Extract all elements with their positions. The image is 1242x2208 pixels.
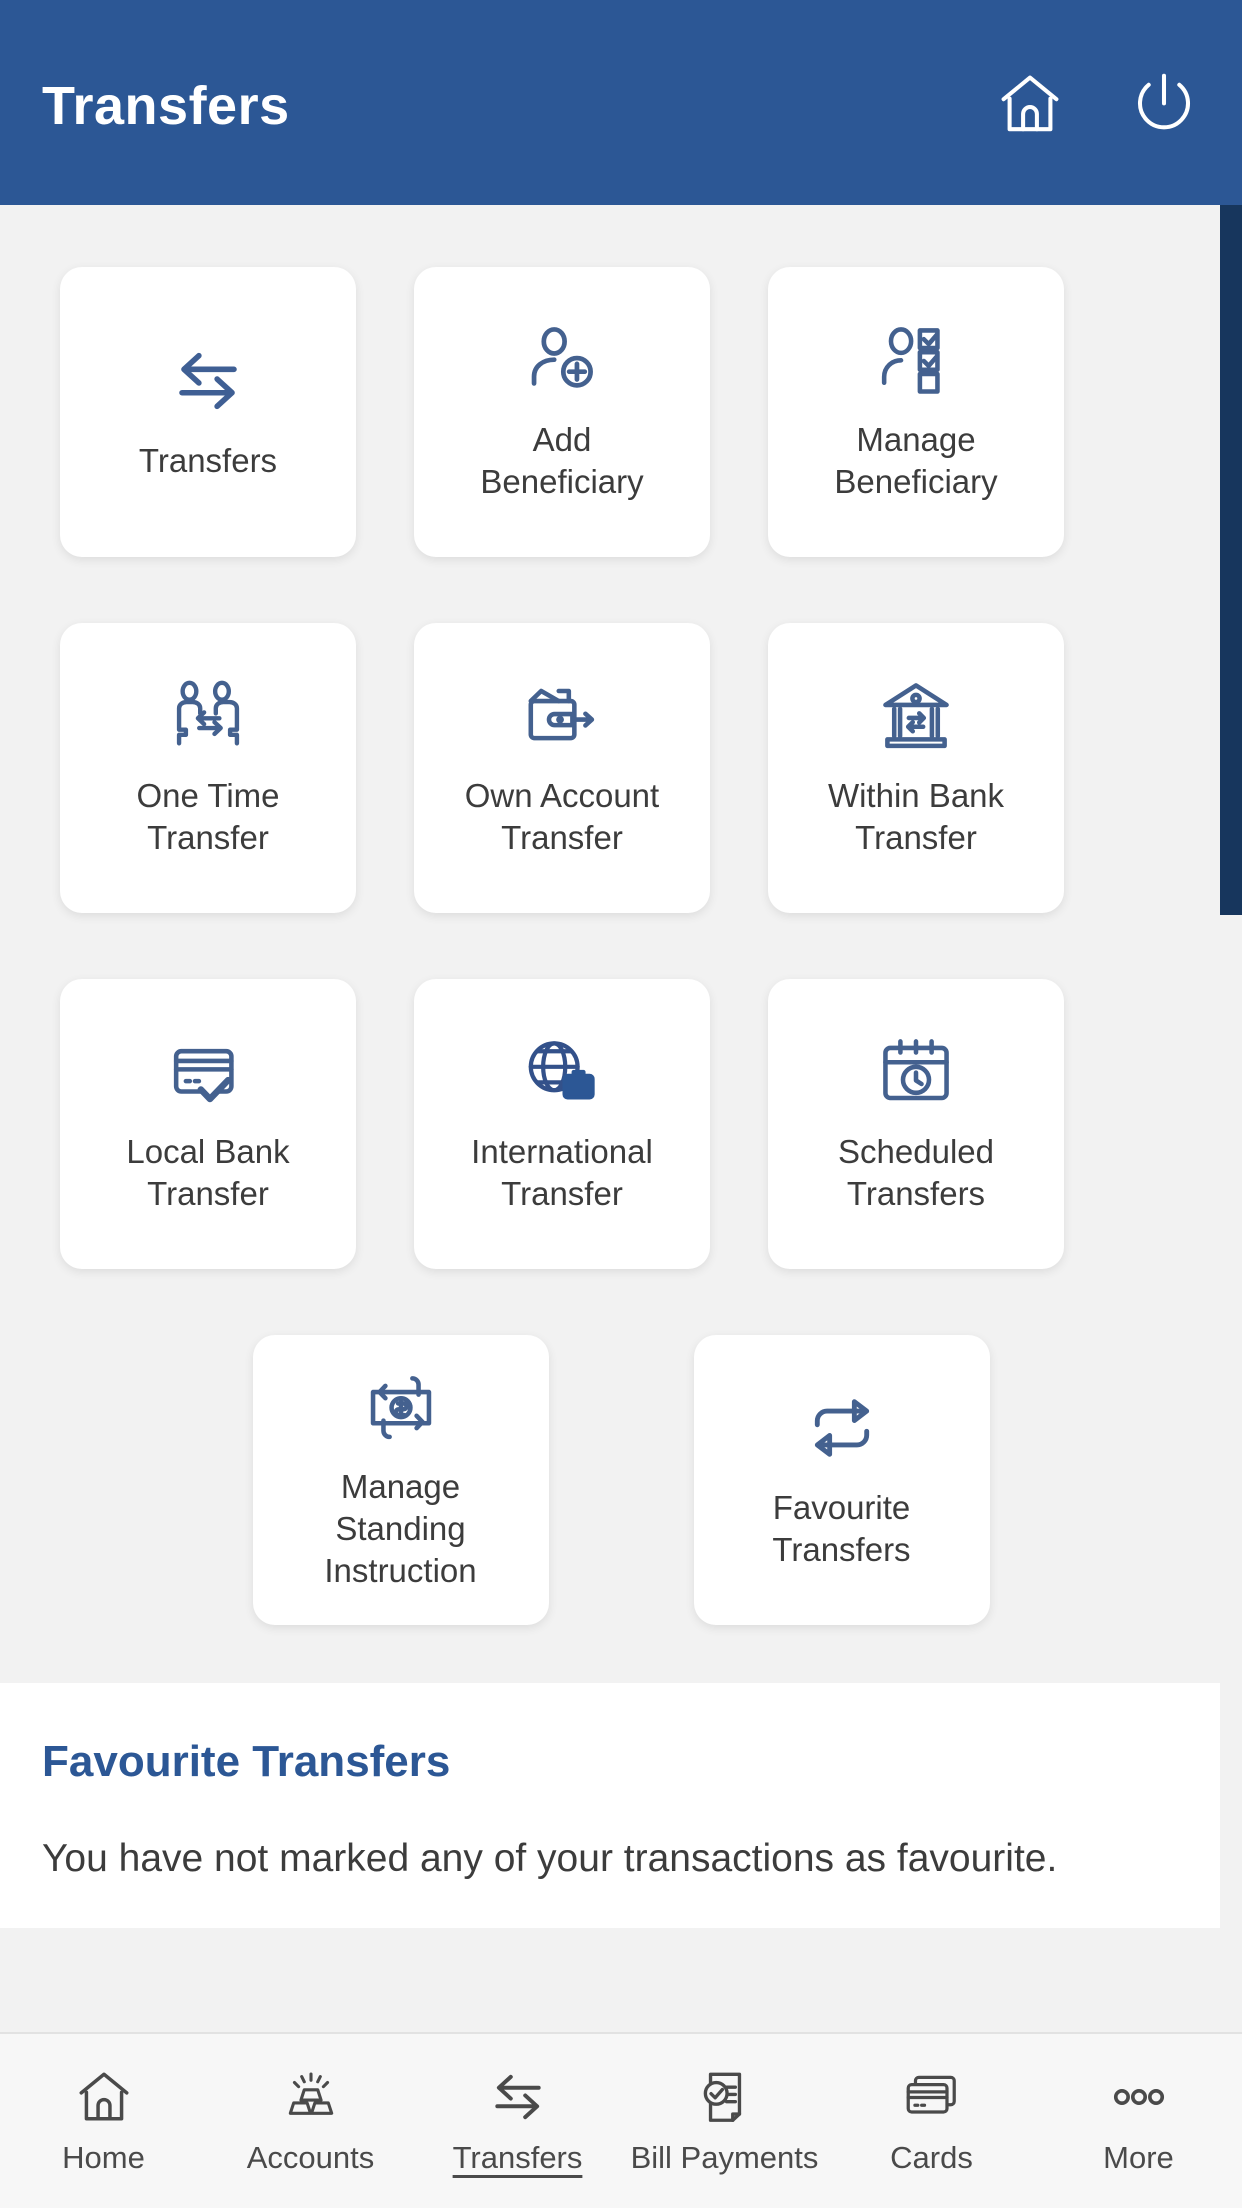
favourite-transfers-section: Favourite Transfers You have not marked … (0, 1683, 1242, 1928)
tile-label: Local Bank Transfer (126, 1132, 290, 1212)
page-title: Transfers (42, 75, 290, 136)
person-add-icon (523, 321, 601, 399)
tile-label: Add Beneficiary (480, 420, 644, 500)
tile-within-bank-transfer[interactable]: Within Bank Transfer (768, 623, 1064, 913)
tile-label: Transfers (138, 441, 278, 479)
transfer-arrows-icon (485, 2066, 551, 2128)
nav-label: Cards (890, 2140, 973, 2175)
three-dots-icon (1106, 2066, 1172, 2128)
nav-item-home[interactable]: Home (0, 2066, 207, 2176)
tile-manage-beneficiary[interactable]: Manage Beneficiary (768, 267, 1064, 557)
bottom-navigation: Home Accounts Transfers Bill Payments Ca… (0, 2032, 1242, 2208)
tile-label: Within Bank Transfer (827, 776, 1005, 856)
nav-label: Home (62, 2140, 145, 2175)
tile-transfers[interactable]: Transfers (60, 267, 356, 557)
repeat-arrows-icon (803, 1389, 881, 1467)
power-icon[interactable] (1128, 68, 1200, 140)
favourite-transfers-title: Favourite Transfers (42, 1737, 451, 1786)
tile-row: Transfers Add Beneficiary Manage Benefic… (60, 267, 1182, 557)
document-check-icon (692, 2066, 758, 2128)
nav-label: Accounts (246, 2140, 375, 2175)
tile-row: One Time Transfer Own Account Transfer W… (60, 623, 1182, 913)
app-screen: Transfers Transfers Add Beneficiary Mana… (0, 0, 1242, 2208)
gold-bars-icon (278, 2066, 344, 2128)
tile-favourite-transfers[interactable]: Favourite Transfers (693, 1335, 990, 1625)
cards-stack-icon (899, 2066, 965, 2128)
tile-label: Own Account Transfer (464, 776, 660, 856)
tile-row: Local Bank Transfer International Transf… (60, 979, 1182, 1269)
header-actions (994, 68, 1200, 140)
globe-briefcase-icon (523, 1033, 601, 1111)
tile-row: Manage Standing Instruction Favourite Tr… (60, 1335, 1182, 1625)
home-icon (71, 2066, 137, 2128)
nav-item-transfers[interactable]: Transfers (414, 2066, 621, 2176)
nav-label: Bill Payments (630, 2140, 819, 2175)
nav-item-cards[interactable]: Cards (828, 2066, 1035, 2176)
tile-local-bank-transfer[interactable]: Local Bank Transfer (60, 979, 356, 1269)
tile-label: International Transfer (471, 1132, 653, 1212)
banknote-recurring-icon (362, 1368, 440, 1446)
tile-label: One Time Transfer (136, 776, 280, 856)
tile-label: Scheduled Transfers (838, 1132, 994, 1212)
nav-item-bill-payments[interactable]: Bill Payments (621, 2066, 828, 2176)
tile-one-time-transfer[interactable]: One Time Transfer (60, 623, 356, 913)
transfer-arrows-icon (169, 342, 247, 420)
scrollbar-thumb[interactable] (1220, 205, 1242, 915)
scrollbar-track[interactable] (1220, 205, 1242, 2032)
wallet-arrow-icon (523, 677, 601, 755)
calendar-clock-icon (877, 1033, 955, 1111)
nav-item-accounts[interactable]: Accounts (207, 2066, 414, 2176)
app-header: Transfers (0, 0, 1242, 205)
nav-label: Transfers (452, 2140, 583, 2175)
home-icon[interactable] (994, 68, 1066, 140)
card-check-icon (169, 1033, 247, 1111)
tile-label: Manage Standing Instruction (324, 1467, 477, 1590)
nav-item-more[interactable]: More (1035, 2066, 1242, 2176)
person-checklist-icon (877, 321, 955, 399)
scroll-container[interactable]: Transfers Add Beneficiary Manage Benefic… (0, 205, 1242, 2032)
favourite-transfers-empty-message: You have not marked any of your transact… (42, 1837, 1058, 1880)
tile-scheduled-transfers[interactable]: Scheduled Transfers (768, 979, 1064, 1269)
tile-add-beneficiary[interactable]: Add Beneficiary (414, 267, 710, 557)
tile-label: Favourite Transfers (772, 1488, 911, 1568)
tile-own-account-transfer[interactable]: Own Account Transfer (414, 623, 710, 913)
transfer-tile-grid: Transfers Add Beneficiary Manage Benefic… (0, 205, 1242, 1625)
tile-label: Manage Beneficiary (834, 420, 998, 500)
tile-manage-standing-instruction[interactable]: Manage Standing Instruction (252, 1335, 549, 1625)
nav-label: More (1103, 2140, 1174, 2175)
tile-international-transfer[interactable]: International Transfer (414, 979, 710, 1269)
two-people-exchange-icon (169, 677, 247, 755)
bank-exchange-icon (877, 677, 955, 755)
